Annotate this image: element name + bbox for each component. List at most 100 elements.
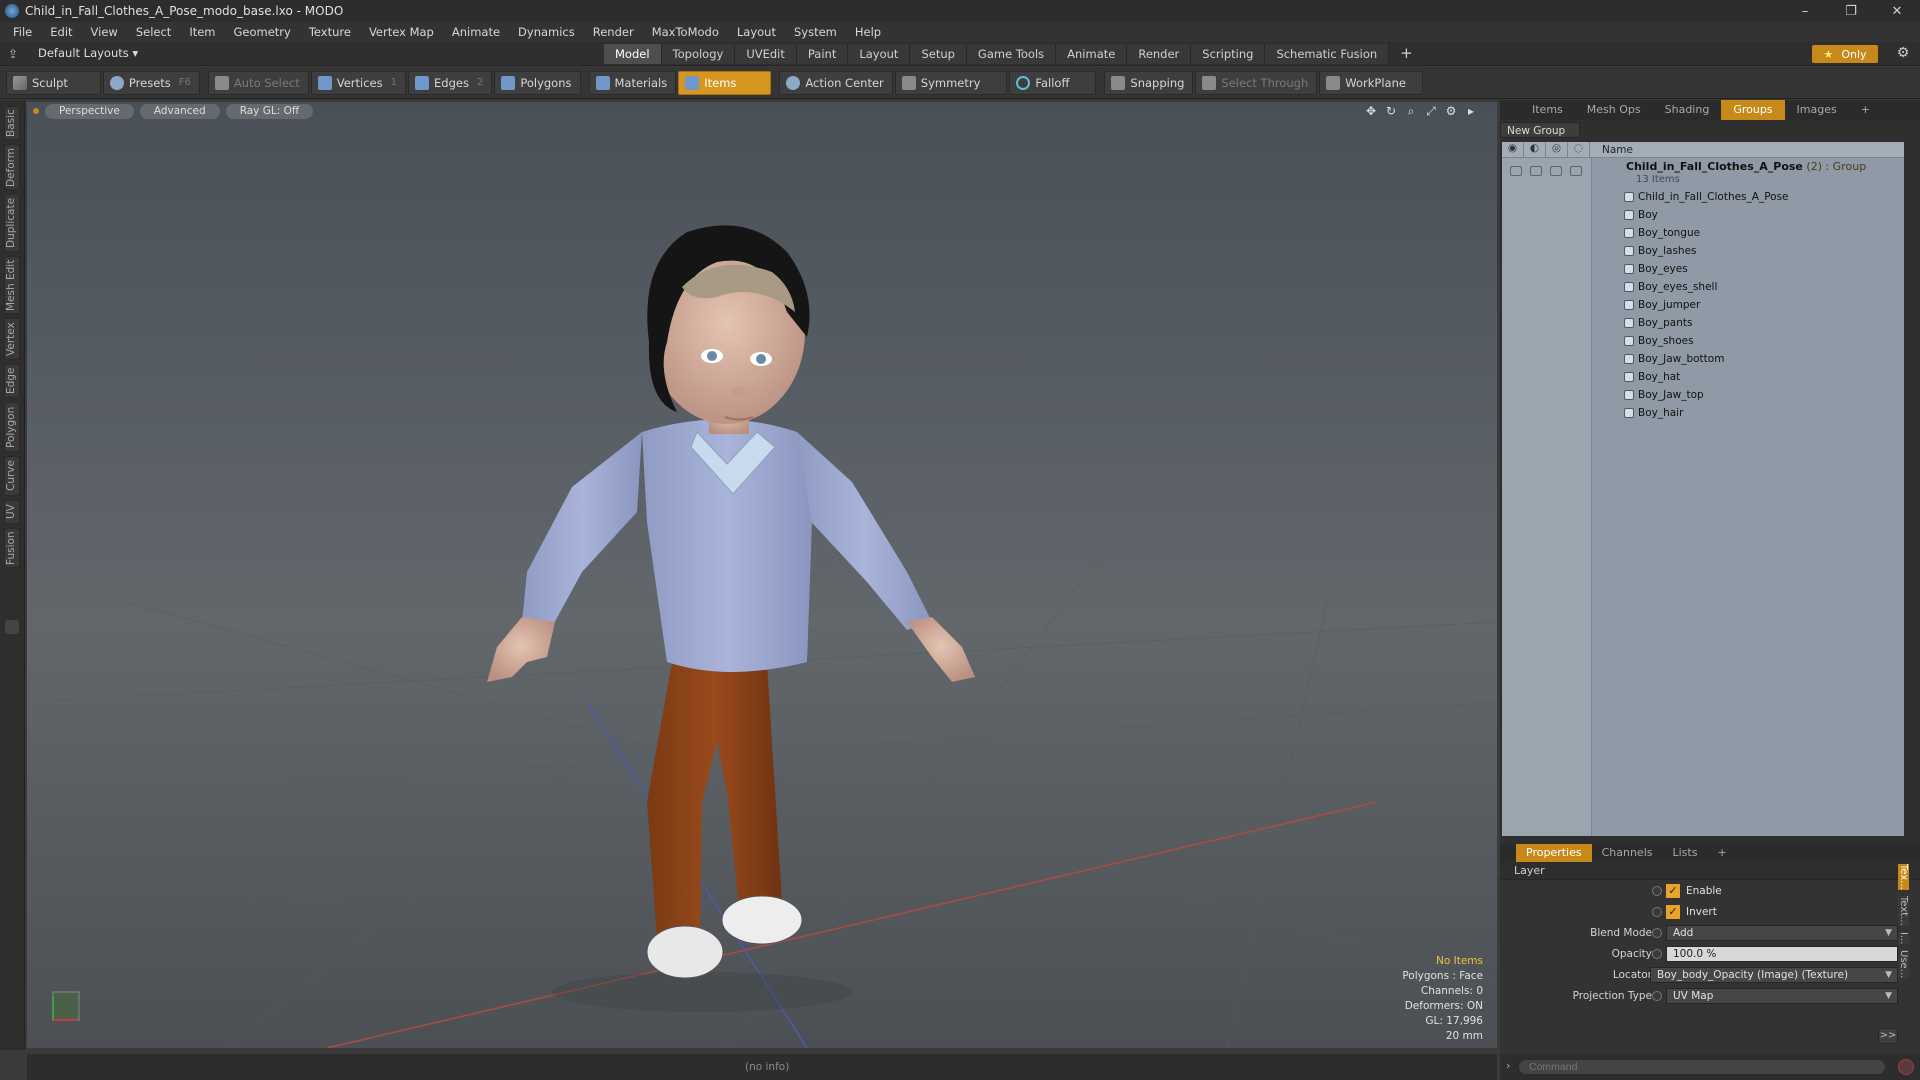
- layer-section-header[interactable]: Layer: [1500, 862, 1920, 880]
- menu-render[interactable]: Render: [584, 25, 643, 39]
- items-button[interactable]: Items: [678, 70, 772, 95]
- gear-icon[interactable]: ⚙: [1894, 45, 1912, 63]
- vtab-basic[interactable]: Basic: [4, 106, 20, 140]
- group-row[interactable]: Child_in_Fall_Clothes_A_Pose (2) : Group…: [1502, 158, 1904, 188]
- rotate-icon[interactable]: ↻: [1381, 104, 1401, 119]
- blend-mode-anim-dot[interactable]: [1652, 927, 1662, 938]
- list-item[interactable]: Boy_eyes_shell: [1502, 278, 1904, 296]
- invert-checkbox[interactable]: ✓: [1666, 904, 1680, 919]
- more-properties-button[interactable]: >>: [1878, 1028, 1898, 1044]
- perspective-button[interactable]: Perspective: [45, 103, 134, 119]
- tab-groups[interactable]: Groups: [1721, 100, 1785, 120]
- advanced-shading-button[interactable]: Advanced: [139, 103, 220, 119]
- side-tab-use[interactable]: Use...: [1898, 950, 1909, 979]
- menu-animate[interactable]: Animate: [443, 25, 509, 39]
- menu-texture[interactable]: Texture: [300, 25, 360, 39]
- menu-vertex-map[interactable]: Vertex Map: [360, 25, 443, 39]
- list-item[interactable]: Boy_Jaw_bottom: [1502, 350, 1904, 368]
- 3d-viewport[interactable]: Perspective Advanced Ray GL: Off ✥ ↻ ⌕ ⤢…: [27, 102, 1497, 1048]
- list-item[interactable]: Boy_hat: [1502, 368, 1904, 386]
- snapping-button[interactable]: Snapping: [1104, 70, 1194, 95]
- action-center-button[interactable]: Action Center: [779, 70, 893, 95]
- workplane-button[interactable]: WorkPlane: [1319, 70, 1423, 95]
- viewport-gear-icon[interactable]: ⚙: [1441, 104, 1461, 119]
- tab-mesh-ops[interactable]: Mesh Ops: [1575, 100, 1653, 120]
- raygl-button[interactable]: Ray GL: Off: [225, 103, 314, 119]
- side-tab-i[interactable]: I...: [1898, 931, 1909, 945]
- menu-edit[interactable]: Edit: [41, 25, 81, 39]
- lock-icon[interactable]: ◐: [1524, 141, 1546, 158]
- vtab-fusion[interactable]: Fusion: [4, 528, 20, 568]
- close-button[interactable]: ✕: [1874, 0, 1920, 22]
- select-through-button[interactable]: Select Through: [1195, 70, 1318, 95]
- select-icon[interactable]: ◌: [1568, 141, 1590, 158]
- eye-icon[interactable]: ◉: [1502, 141, 1524, 158]
- symmetry-button[interactable]: Symmetry: [894, 70, 1008, 95]
- menu-view[interactable]: View: [82, 25, 127, 39]
- tab-game-tools[interactable]: Game Tools: [966, 44, 1057, 64]
- record-icon[interactable]: [1898, 1059, 1914, 1075]
- side-tab-text[interactable]: Text...: [1898, 895, 1909, 926]
- vtab-polygon[interactable]: Polygon: [4, 402, 20, 452]
- menu-item[interactable]: Item: [180, 25, 224, 39]
- list-item[interactable]: Child_in_Fall_Clothes_A_Pose: [1502, 188, 1904, 206]
- tab-model[interactable]: Model: [604, 44, 662, 64]
- minimize-button[interactable]: –: [1782, 0, 1828, 22]
- tab-channels[interactable]: Channels: [1592, 844, 1663, 862]
- vertices-button[interactable]: Vertices 1: [310, 70, 406, 95]
- add-properties-tab[interactable]: +: [1707, 844, 1736, 862]
- opacity-anim-dot[interactable]: [1652, 948, 1662, 959]
- list-item[interactable]: Boy_eyes: [1502, 260, 1904, 278]
- expand-icon[interactable]: [5, 620, 19, 634]
- add-tab-button[interactable]: +: [1389, 44, 1424, 64]
- tab-properties[interactable]: Properties: [1516, 844, 1592, 862]
- enable-checkbox[interactable]: ✓: [1666, 883, 1680, 898]
- side-tab-texture[interactable]: Tex...: [1898, 864, 1909, 890]
- menu-layout[interactable]: Layout: [728, 25, 785, 39]
- menu-file[interactable]: File: [4, 25, 41, 39]
- name-column-header[interactable]: Name: [1602, 144, 1633, 156]
- group-eye-toggle[interactable]: [1510, 166, 1522, 176]
- vtab-uv[interactable]: UV: [4, 500, 20, 524]
- tab-scripting[interactable]: Scripting: [1191, 44, 1266, 64]
- tab-items[interactable]: Items: [1520, 100, 1575, 120]
- projection-type-dropdown[interactable]: UV Map ▼: [1666, 987, 1898, 1004]
- menu-help[interactable]: Help: [846, 25, 890, 39]
- materials-button[interactable]: Materials: [588, 70, 677, 95]
- new-group-button[interactable]: New Group: [1500, 122, 1580, 138]
- menu-maxtomodo[interactable]: MaxToModo: [643, 25, 728, 39]
- tab-render[interactable]: Render: [1127, 44, 1192, 64]
- layout-home-icon[interactable]: ⇪: [8, 47, 22, 61]
- vtab-edge[interactable]: Edge: [4, 364, 20, 398]
- vtab-duplicate[interactable]: Duplicate: [4, 194, 20, 252]
- viewport-expand-icon[interactable]: ▸: [1461, 104, 1481, 119]
- tab-shading[interactable]: Shading: [1653, 100, 1722, 120]
- presets-button[interactable]: Presets F6: [102, 70, 200, 95]
- list-item[interactable]: Boy_hair: [1502, 404, 1904, 422]
- edges-button[interactable]: Edges 2: [408, 70, 493, 95]
- list-item[interactable]: Boy_tongue: [1502, 224, 1904, 242]
- tab-images[interactable]: Images: [1785, 100, 1849, 120]
- tab-paint[interactable]: Paint: [796, 44, 849, 64]
- render-icon[interactable]: ◎: [1546, 141, 1568, 158]
- restore-button[interactable]: ❐: [1828, 0, 1874, 22]
- vtab-mesh-edit[interactable]: Mesh Edit: [4, 256, 20, 314]
- list-item[interactable]: Boy_shoes: [1502, 332, 1904, 350]
- list-item[interactable]: Boy_jumper: [1502, 296, 1904, 314]
- tab-uvedit[interactable]: UVEdit: [735, 44, 797, 64]
- falloff-button[interactable]: Falloff: [1009, 70, 1097, 95]
- menu-geometry[interactable]: Geometry: [225, 25, 300, 39]
- add-panel-tab[interactable]: +: [1849, 100, 1882, 120]
- tab-schematic-fusion[interactable]: Schematic Fusion: [1265, 44, 1390, 64]
- sculpt-button[interactable]: Sculpt: [6, 70, 101, 95]
- projection-anim-dot[interactable]: [1652, 990, 1662, 1001]
- list-item[interactable]: Boy_pants: [1502, 314, 1904, 332]
- blend-mode-dropdown[interactable]: Add ▼: [1666, 924, 1898, 941]
- group-render-toggle[interactable]: [1550, 166, 1562, 176]
- menu-select[interactable]: Select: [127, 25, 180, 39]
- group-lock-toggle[interactable]: [1530, 166, 1542, 176]
- default-layouts-dropdown[interactable]: Default Layouts ▾: [38, 46, 138, 60]
- vtab-curve[interactable]: Curve: [4, 456, 20, 496]
- polygons-button[interactable]: Polygons: [494, 70, 581, 95]
- vtab-vertex[interactable]: Vertex: [4, 318, 20, 360]
